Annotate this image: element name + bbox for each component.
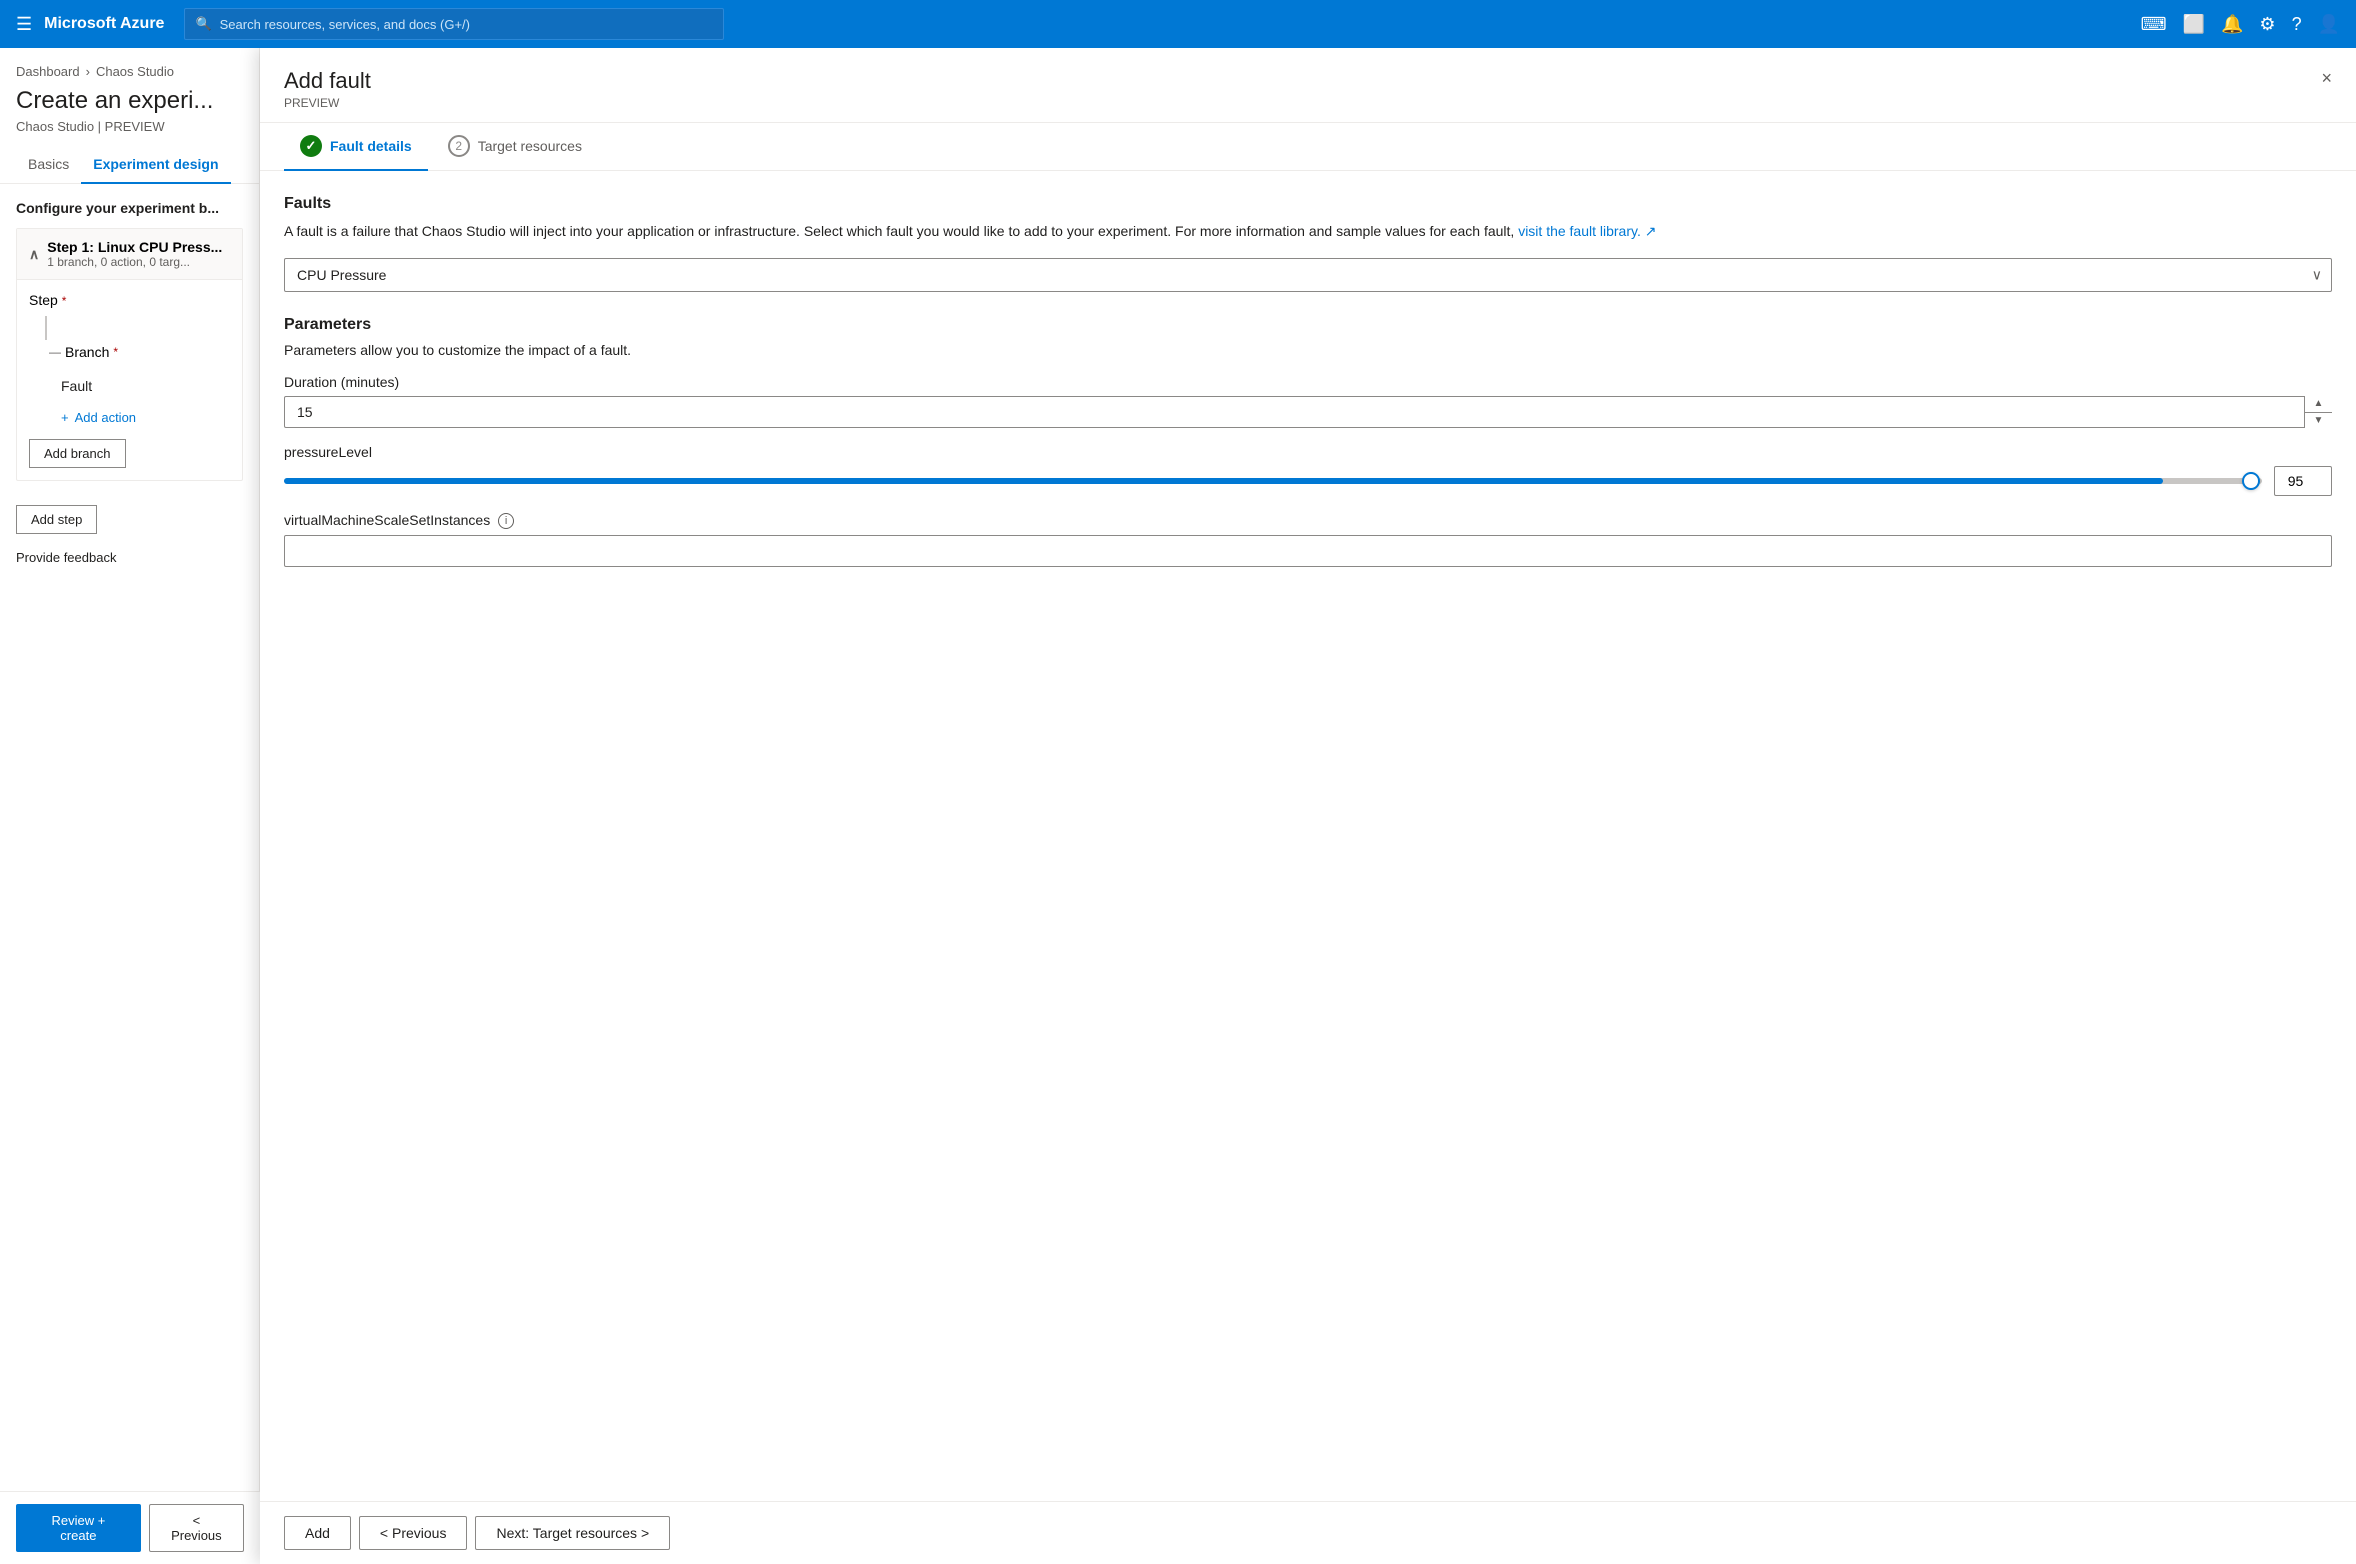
drawer-previous-button[interactable]: < Previous (359, 1516, 468, 1550)
left-content: Configure your experiment b... ∧ Step 1:… (0, 184, 259, 1564)
slider-track (284, 478, 2262, 484)
target-resources-number-icon: 2 (448, 135, 470, 157)
step-body: Step * — Branch * Fault + Add action (17, 280, 242, 480)
tabs-bar: Basics Experiment design (0, 146, 259, 184)
page-subtitle: Chaos Studio | PREVIEW (0, 117, 259, 146)
faults-section-desc: A fault is a failure that Chaos Studio w… (284, 221, 2332, 242)
plus-icon: + (61, 410, 69, 425)
tab-target-resources[interactable]: 2 Target resources (432, 123, 598, 171)
add-step-button[interactable]: Add step (16, 505, 97, 534)
branch-label: Branch (65, 344, 109, 360)
duration-spinners: ▲ ▼ (2304, 396, 2332, 428)
fault-label-row: Fault (61, 372, 230, 400)
pressure-value-input[interactable] (2274, 466, 2332, 496)
slider-container (284, 466, 2332, 496)
tab-fault-details[interactable]: ✓ Fault details (284, 123, 428, 171)
vmss-input[interactable] (284, 535, 2332, 567)
slider-fill (284, 478, 2163, 484)
hamburger-icon[interactable]: ☰ (16, 14, 32, 35)
step-card: ∧ Step 1: Linux CPU Press... 1 branch, 0… (16, 228, 243, 481)
breadcrumb-dashboard[interactable]: Dashboard (16, 64, 80, 79)
notification-icon[interactable]: 🔔 (2221, 14, 2243, 35)
add-branch-button[interactable]: Add branch (29, 439, 126, 468)
slider-thumb[interactable] (2242, 472, 2260, 490)
configure-label: Configure your experiment b... (16, 200, 243, 216)
params-section-desc: Parameters allow you to customize the im… (284, 342, 2332, 358)
pressure-level-label: pressureLevel (284, 444, 2332, 460)
step-label: Step (29, 292, 58, 308)
next-target-resources-button[interactable]: Next: Target resources > (475, 1516, 670, 1550)
left-panel: Dashboard › Chaos Studio Create an exper… (0, 48, 260, 1564)
settings-icon[interactable]: ⚙ (2259, 14, 2275, 35)
terminal-icon[interactable]: ⌨ (2141, 14, 2167, 35)
drawer-body: Faults A fault is a failure that Chaos S… (260, 171, 2356, 1501)
tree-dash: — (49, 345, 61, 359)
duration-spinner-down[interactable]: ▼ (2305, 413, 2332, 429)
drawer-subtitle: PREVIEW (284, 96, 371, 110)
step-header: ∧ Step 1: Linux CPU Press... 1 branch, 0… (17, 229, 242, 280)
breadcrumb-separator: › (86, 64, 90, 79)
user-icon[interactable]: 👤 (2318, 14, 2340, 35)
search-icon: 🔍 (195, 16, 211, 32)
fault-select[interactable]: CPU Pressure Memory Pressure Kill Proces… (284, 258, 2332, 292)
drawer-tabs: ✓ Fault details 2 Target resources (260, 123, 2356, 171)
review-create-button[interactable]: Review + create (16, 1504, 141, 1552)
add-button[interactable]: Add (284, 1516, 351, 1550)
add-action-label: Add action (75, 410, 136, 425)
slider-track-wrapper[interactable] (284, 471, 2262, 491)
faults-section-title: Faults (284, 195, 2332, 213)
provide-feedback-label: Provide feedback (16, 546, 243, 569)
add-action-button[interactable]: + Add action (61, 404, 230, 431)
search-placeholder: Search resources, services, and docs (G+… (220, 17, 470, 32)
feedback-icon[interactable]: ⬜ (2183, 14, 2205, 35)
drawer-header: Add fault PREVIEW × (260, 48, 2356, 123)
chevron-up-icon[interactable]: ∧ (29, 246, 39, 263)
topbar: ☰ Microsoft Azure 🔍 Search resources, se… (0, 0, 2356, 48)
step-title: Step 1: Linux CPU Press... (47, 239, 222, 255)
tab-basics[interactable]: Basics (16, 146, 81, 184)
topbar-icons: ⌨ ⬜ 🔔 ⚙ ? 👤 (2141, 14, 2340, 35)
vmss-info-icon[interactable]: i (498, 513, 514, 529)
help-icon[interactable]: ? (2292, 14, 2302, 35)
params-section-title: Parameters (284, 316, 2332, 334)
fault-select-container: CPU Pressure Memory Pressure Kill Proces… (284, 258, 2332, 292)
step-required-star: * (62, 294, 67, 308)
external-link-icon: ↗ (1645, 223, 1657, 239)
bottom-bar: Review + create < Previous (0, 1491, 260, 1564)
duration-input[interactable] (284, 396, 2332, 428)
branch-row: — Branch * (49, 344, 230, 360)
step-field-row: Step * (29, 292, 230, 308)
right-panel: Add fault PREVIEW × ✓ Fault details 2 Ta… (260, 48, 2356, 1564)
slider-wrapper (284, 466, 2332, 496)
drawer-close-button[interactable]: × (2321, 68, 2332, 89)
breadcrumb-chaos-studio[interactable]: Chaos Studio (96, 64, 174, 79)
vmss-label: virtualMachineScaleSetInstances i (284, 512, 2332, 529)
tab-experiment-design[interactable]: Experiment design (81, 146, 230, 184)
fault-details-check-icon: ✓ (300, 135, 322, 157)
fault-library-link[interactable]: visit the fault library. ↗ (1518, 223, 1656, 239)
duration-label: Duration (minutes) (284, 374, 2332, 390)
drawer-footer: Add < Previous Next: Target resources > (260, 1501, 2356, 1564)
branch-required-star: * (113, 345, 118, 359)
search-bar[interactable]: 🔍 Search resources, services, and docs (… (184, 8, 724, 40)
previous-button[interactable]: < Previous (149, 1504, 244, 1552)
azure-logo: Microsoft Azure (44, 15, 164, 33)
fault-details-tab-label: Fault details (330, 138, 412, 154)
page-title: Create an experi... (0, 83, 259, 117)
duration-input-wrapper: ▲ ▼ (284, 396, 2332, 428)
drawer-title: Add fault (284, 68, 371, 94)
duration-spinner-up[interactable]: ▲ (2305, 396, 2332, 413)
drawer: Add fault PREVIEW × ✓ Fault details 2 Ta… (260, 48, 2356, 1564)
target-resources-tab-label: Target resources (478, 138, 582, 154)
main-layout: Dashboard › Chaos Studio Create an exper… (0, 48, 2356, 1564)
step-subtitle: 1 branch, 0 action, 0 targ... (47, 255, 222, 269)
breadcrumb: Dashboard › Chaos Studio (0, 48, 259, 83)
